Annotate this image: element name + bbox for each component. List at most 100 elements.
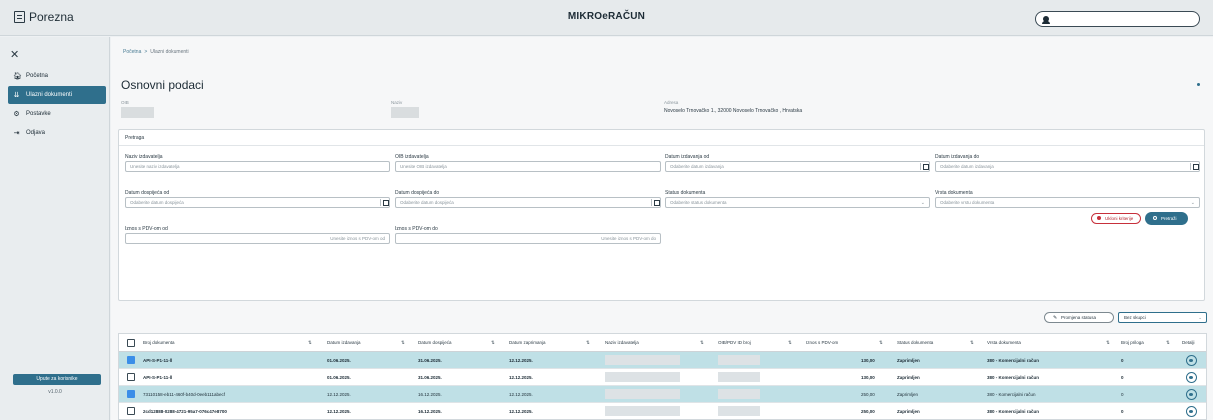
sort-icon[interactable]: ⇅ — [308, 340, 312, 346]
select-all-checkbox[interactable] — [127, 339, 135, 347]
sidebar-item-label: Početna — [26, 73, 49, 79]
amount-to-input[interactable]: Unesite iznos s PDV-om do — [395, 233, 661, 244]
cell-attachments: 0 — [1121, 358, 1124, 363]
oib-redacted — [718, 355, 760, 365]
search-button[interactable]: Pretraži — [1145, 212, 1188, 225]
due-date-to-placeholder: Odaberite datum dospijeća — [400, 200, 454, 205]
col-doc-number[interactable]: Broj dokumenta — [143, 340, 175, 345]
row-checkbox[interactable] — [127, 373, 135, 381]
cell-amount: 250,00 — [861, 409, 875, 414]
table-row[interactable]: API-S-P1-11-ll 01.06.2025. 31.06.2025. 1… — [119, 352, 1206, 369]
col-issue-date[interactable]: Datum izdavanja — [327, 340, 361, 345]
sort-icon[interactable]: ⇅ — [401, 340, 405, 346]
supplier-oib-label: OIB izdavatelja — [395, 154, 429, 160]
oib-redacted — [718, 372, 760, 382]
doc-status-select[interactable]: Odaberite status dokumenta ⌄ — [665, 197, 930, 208]
col-attachments[interactable]: Broj priloga — [1121, 340, 1144, 345]
amount-to-label: Iznos s PDV-om do — [395, 226, 438, 232]
sort-icon[interactable]: ⇅ — [970, 340, 974, 346]
logout-icon: ⇥ — [13, 130, 20, 137]
cell-issue-date: 01.06.2025. — [327, 375, 351, 380]
breadcrumb: Početna > Ulazni dokumenti — [123, 49, 189, 55]
group-by-value: Bez skupci — [1124, 315, 1146, 320]
clear-criteria-button[interactable]: Ukloni kriterije — [1091, 213, 1141, 224]
cell-status: Zaprimljen — [897, 358, 920, 363]
col-due-date[interactable]: Datum dospijeća — [418, 340, 452, 345]
view-details-icon[interactable] — [1186, 355, 1197, 366]
doc-type-select[interactable]: Odaberite vrstu dokumenta ⌄ — [935, 197, 1200, 208]
doc-type-placeholder: Odaberite vrstu dokumenta — [940, 200, 995, 205]
row-checkbox[interactable] — [127, 407, 135, 415]
col-doc-type[interactable]: Vrsta dokumenta — [987, 340, 1021, 345]
cell-due-date: 31.06.2025. — [418, 375, 442, 380]
amount-from-label: Iznos s PDV-om od — [125, 226, 168, 232]
issue-date-from-input[interactable]: Odaberite datum izdavanja — [665, 161, 930, 172]
cell-received-date: 12.12.2025. — [509, 392, 533, 397]
supplier-name-input[interactable]: Unesite naziv izdavatelja — [125, 161, 390, 172]
supplier-name-label: Naziv izdavatelja — [125, 154, 163, 160]
name-label: Naziv — [391, 100, 403, 105]
cell-amount: 130,00 — [861, 358, 875, 363]
col-supplier-name[interactable]: Naziv izdavatelja — [605, 340, 639, 345]
calendar-icon[interactable] — [380, 199, 389, 206]
supplier-name-placeholder: Unesite naziv izdavatelja — [130, 164, 180, 169]
col-received-date[interactable]: Datum zaprimanja — [509, 340, 546, 345]
cell-status: Zaprimljen — [897, 409, 920, 414]
close-sidebar-icon[interactable]: ✕ — [10, 48, 19, 61]
table-row[interactable]: 73110158-eb11-460f-b40d-0eeb111abecf 12.… — [119, 386, 1206, 403]
due-date-from-input[interactable]: Odaberite datum dospijeća — [125, 197, 390, 208]
user-menu-button[interactable] — [1035, 11, 1200, 27]
sidebar: ✕ 🏠︎ Početna ⇊ Ulazni dokumenti ⚙ Postav… — [0, 37, 110, 420]
sidebar-item-postavke[interactable]: ⚙ Postavke — [8, 105, 106, 123]
cell-received-date: 12.12.2025. — [509, 375, 533, 380]
home-icon: 🏠︎ — [13, 73, 22, 80]
sort-icon[interactable]: ⇅ — [491, 340, 495, 346]
view-details-icon[interactable] — [1186, 389, 1197, 400]
due-date-to-input[interactable]: Odaberite datum dospijeća — [395, 197, 661, 208]
breadcrumb-home-link[interactable]: Početna — [123, 49, 141, 55]
sort-icon[interactable]: ⇅ — [788, 340, 792, 346]
row-checkbox[interactable] — [127, 390, 135, 398]
user-guide-button[interactable]: Upute za korisnike — [13, 374, 101, 385]
collapse-section-icon[interactable] — [1197, 83, 1200, 86]
breadcrumb-separator: > — [144, 49, 148, 55]
edit-icon: ✎ — [1053, 315, 1058, 321]
sidebar-item-pocetna[interactable]: 🏠︎ Početna — [8, 67, 106, 85]
table-header: Broj dokumenta ⇅ Datum izdavanja ⇅ Datum… — [119, 334, 1206, 352]
cell-attachments: 0 — [1121, 409, 1124, 414]
change-status-label: Promjena statusa — [1061, 315, 1097, 320]
col-amount[interactable]: Iznos s PDV-om — [806, 340, 838, 345]
issue-date-to-input[interactable]: Odaberite datum izdavanja — [935, 161, 1200, 172]
row-checkbox[interactable] — [127, 356, 135, 364]
supplier-oib-input[interactable]: Unesite OIB izdavatelja — [395, 161, 661, 172]
sidebar-item-odjava[interactable]: ⇥ Odjava — [8, 124, 106, 142]
sort-icon[interactable]: ⇅ — [1106, 340, 1110, 346]
oib-value-redacted — [121, 107, 154, 118]
amount-from-input[interactable]: Unesite iznos s PDV-om od — [125, 233, 390, 244]
table-row[interactable]: API-S-P1-11-ll 01.06.2025. 31.06.2025. 1… — [119, 369, 1206, 386]
col-status[interactable]: Status dokumenta — [897, 340, 933, 345]
col-oib[interactable]: OIB/PDV ID broj — [718, 340, 751, 345]
calendar-icon[interactable] — [920, 163, 929, 170]
change-status-button[interactable]: ✎ Promjena statusa — [1044, 312, 1114, 323]
sidebar-item-ulazni-dokumenti[interactable]: ⇊ Ulazni dokumenti — [8, 86, 106, 104]
view-details-icon[interactable] — [1186, 372, 1197, 383]
sort-icon[interactable]: ⇅ — [1166, 340, 1170, 346]
chevron-down-icon: ⌄ — [1198, 315, 1202, 320]
issue-date-to-label: Datum izdavanja do — [935, 154, 980, 160]
sort-icon[interactable]: ⇅ — [586, 340, 590, 346]
col-details: Detalji — [1182, 340, 1195, 345]
sort-icon[interactable]: ⇅ — [700, 340, 704, 346]
table-row[interactable]: 2cd12888-0288-4721-95a7-076c47e8700 12.1… — [119, 403, 1206, 419]
search-filter-panel: Pretraga Naziv izdavatelja Unesite naziv… — [118, 129, 1205, 301]
filter-panel-title: Pretraga — [125, 135, 145, 141]
clear-criteria-label: Ukloni kriterije — [1105, 216, 1134, 221]
sort-icon[interactable]: ⇅ — [879, 340, 883, 346]
group-by-select[interactable]: Bez skupci ⌄ — [1118, 312, 1207, 323]
calendar-icon[interactable] — [1190, 163, 1199, 170]
supplier-name-redacted — [605, 355, 680, 365]
cell-status: Zaprimljen — [897, 375, 920, 380]
main-content: Početna > Ulazni dokumenti Osnovni podac… — [111, 37, 1213, 420]
view-details-icon[interactable] — [1186, 406, 1197, 417]
calendar-icon[interactable] — [651, 199, 660, 206]
